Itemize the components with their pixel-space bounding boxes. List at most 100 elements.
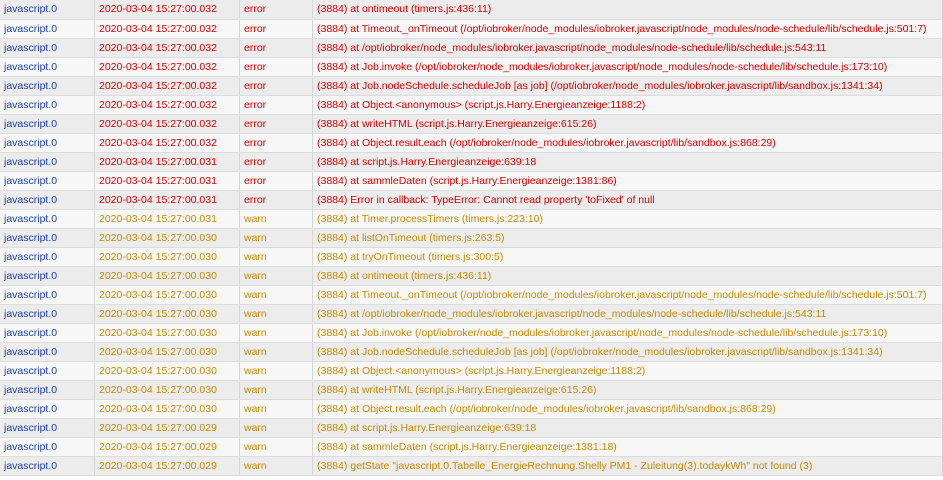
log-timestamp: 2020-03-04 15:27:00.030 (94, 399, 240, 419)
log-message: (3884) at ontimeout (timers.js:436:11) (312, 0, 943, 20)
log-source: javascript.0 (0, 57, 95, 77)
log-source: javascript.0 (0, 38, 95, 58)
log-row[interactable]: javascript.0 2020-03-04 15:27:00.032 error… (0, 57, 943, 77)
log-message: (3884) at listOnTimeout (timers.js:263:5… (312, 228, 943, 248)
log-row[interactable]: javascript.0 2020-03-04 15:27:00.030 warn(… (0, 380, 943, 400)
log-source: javascript.0 (0, 247, 95, 267)
log-table: javascript.0 2020-03-04 15:27:00.032 error… (0, 0, 943, 476)
log-row[interactable]: javascript.0 2020-03-04 15:27:00.031 error… (0, 171, 943, 191)
log-message: (3884) Error in callback: TypeError: Can… (312, 190, 943, 210)
log-message: (3884) at sammleDaten (script.js.Harry.E… (312, 437, 943, 457)
log-severity: error (239, 95, 313, 115)
log-row[interactable]: javascript.0 2020-03-04 15:27:00.029 warn(… (0, 456, 943, 476)
log-severity: error (239, 19, 313, 39)
log-timestamp: 2020-03-04 15:27:00.032 (94, 114, 240, 134)
log-severity: error (239, 0, 313, 20)
log-severity: warn (239, 342, 313, 362)
log-timestamp: 2020-03-04 15:27:00.030 (94, 247, 240, 267)
log-severity: error (239, 57, 313, 77)
log-source: javascript.0 (0, 114, 95, 134)
log-message: (3884) at /opt/iobroker/node_modules/iob… (312, 304, 943, 324)
log-row[interactable]: javascript.0 2020-03-04 15:27:00.029 warn(… (0, 437, 943, 457)
log-row[interactable]: javascript.0 2020-03-04 15:27:00.031 warn(… (0, 209, 943, 229)
log-message: (3884) at Object.<anonymous> (script.js.… (312, 95, 943, 115)
log-message: (3884) at Object.<anonymous> (script.js.… (312, 361, 943, 381)
log-source: javascript.0 (0, 418, 95, 438)
log-message: (3884) at Job.nodeSchedule.scheduleJob [… (312, 76, 943, 96)
log-timestamp: 2020-03-04 15:27:00.032 (94, 57, 240, 77)
log-message: (3884) at writeHTML (script.js.Harry.Ene… (312, 380, 943, 400)
log-severity: warn (239, 380, 313, 400)
log-row[interactable]: javascript.0 2020-03-04 15:27:00.030 warn(… (0, 266, 943, 286)
log-source: javascript.0 (0, 171, 95, 191)
log-source: javascript.0 (0, 342, 95, 362)
log-row[interactable]: javascript.0 2020-03-04 15:27:00.032 error… (0, 95, 943, 115)
log-row[interactable]: javascript.0 2020-03-04 15:27:00.030 warn(… (0, 361, 943, 381)
log-severity: error (239, 114, 313, 134)
log-source: javascript.0 (0, 380, 95, 400)
log-severity: warn (239, 266, 313, 286)
log-source: javascript.0 (0, 456, 95, 476)
log-severity: error (239, 190, 313, 210)
log-timestamp: 2020-03-04 15:27:00.030 (94, 342, 240, 362)
log-row[interactable]: javascript.0 2020-03-04 15:27:00.031 error… (0, 190, 943, 210)
log-message: (3884) at ontimeout (timers.js:436:11) (312, 266, 943, 286)
log-severity: warn (239, 418, 313, 438)
log-row[interactable]: javascript.0 2020-03-04 15:27:00.030 warn(… (0, 285, 943, 305)
log-timestamp: 2020-03-04 15:27:00.031 (94, 190, 240, 210)
log-row[interactable]: javascript.0 2020-03-04 15:27:00.030 warn(… (0, 323, 943, 343)
log-message: (3884) at /opt/iobroker/node_modules/iob… (312, 38, 943, 58)
log-row[interactable]: javascript.0 2020-03-04 15:27:00.031 error… (0, 152, 943, 172)
log-message: (3884) at Timeout._onTimeout (/opt/iobro… (312, 19, 943, 39)
log-timestamp: 2020-03-04 15:27:00.032 (94, 19, 240, 39)
log-source: javascript.0 (0, 209, 95, 229)
log-row[interactable]: javascript.0 2020-03-04 15:27:00.030 warn(… (0, 342, 943, 362)
log-timestamp: 2020-03-04 15:27:00.032 (94, 76, 240, 96)
log-timestamp: 2020-03-04 15:27:00.032 (94, 133, 240, 153)
log-row[interactable]: javascript.0 2020-03-04 15:27:00.032 error… (0, 38, 943, 58)
log-severity: warn (239, 247, 313, 267)
log-message: (3884) at Object.result.each (/opt/iobro… (312, 399, 943, 419)
log-row[interactable]: javascript.0 2020-03-04 15:27:00.030 warn(… (0, 304, 943, 324)
log-severity: warn (239, 228, 313, 248)
log-row[interactable]: javascript.0 2020-03-04 15:27:00.029 warn(… (0, 418, 943, 438)
log-row[interactable]: javascript.0 2020-03-04 15:27:00.032 error… (0, 114, 943, 134)
log-source: javascript.0 (0, 228, 95, 248)
log-message: (3884) at Job.invoke (/opt/iobroker/node… (312, 57, 943, 77)
log-source: javascript.0 (0, 152, 95, 172)
log-message: (3884) at writeHTML (script.js.Harry.Ene… (312, 114, 943, 134)
log-timestamp: 2020-03-04 15:27:00.030 (94, 361, 240, 381)
log-message: (3884) at script.js.Harry.Energieanzeige… (312, 418, 943, 438)
log-message: (3884) at Job.invoke (/opt/iobroker/node… (312, 323, 943, 343)
log-severity: error (239, 133, 313, 153)
log-message: (3884) at Timeout._onTimeout (/opt/iobro… (312, 285, 943, 305)
log-row[interactable]: javascript.0 2020-03-04 15:27:00.032 error… (0, 0, 943, 20)
log-source: javascript.0 (0, 133, 95, 153)
log-timestamp: 2020-03-04 15:27:00.031 (94, 171, 240, 191)
log-timestamp: 2020-03-04 15:27:00.030 (94, 323, 240, 343)
log-source: javascript.0 (0, 437, 95, 457)
log-severity: warn (239, 285, 313, 305)
log-row[interactable]: javascript.0 2020-03-04 15:27:00.030 warn(… (0, 228, 943, 248)
log-row[interactable]: javascript.0 2020-03-04 15:27:00.032 error… (0, 76, 943, 96)
log-message: (3884) at script.js.Harry.Energieanzeige… (312, 152, 943, 172)
log-severity: error (239, 171, 313, 191)
log-severity: warn (239, 323, 313, 343)
log-row[interactable]: javascript.0 2020-03-04 15:27:00.030 warn(… (0, 247, 943, 267)
log-source: javascript.0 (0, 361, 95, 381)
log-timestamp: 2020-03-04 15:27:00.030 (94, 380, 240, 400)
log-timestamp: 2020-03-04 15:27:00.029 (94, 418, 240, 438)
log-source: javascript.0 (0, 304, 95, 324)
log-row[interactable]: javascript.0 2020-03-04 15:27:00.032 error… (0, 19, 943, 39)
log-source: javascript.0 (0, 76, 95, 96)
log-source: javascript.0 (0, 19, 95, 39)
log-severity: warn (239, 209, 313, 229)
log-timestamp: 2020-03-04 15:27:00.031 (94, 209, 240, 229)
log-row[interactable]: javascript.0 2020-03-04 15:27:00.032 error… (0, 133, 943, 153)
log-source: javascript.0 (0, 285, 95, 305)
log-severity: error (239, 38, 313, 58)
log-row[interactable]: javascript.0 2020-03-04 15:27:00.030 warn(… (0, 399, 943, 419)
log-severity: error (239, 152, 313, 172)
log-timestamp: 2020-03-04 15:27:00.030 (94, 304, 240, 324)
log-timestamp: 2020-03-04 15:27:00.032 (94, 95, 240, 115)
